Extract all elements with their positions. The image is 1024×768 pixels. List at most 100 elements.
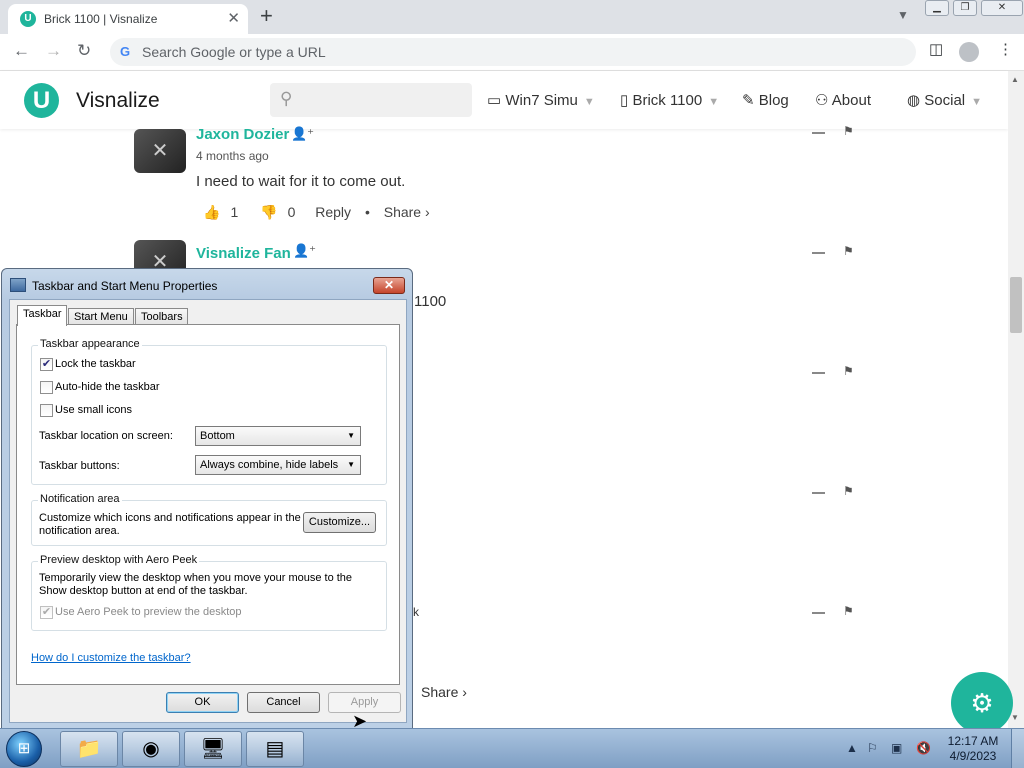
- aero-peek-checkbox[interactable]: ✔: [40, 606, 53, 619]
- reply-button[interactable]: Reply: [315, 204, 351, 220]
- taskbar-tab-panel: Taskbar appearance ✔ Lock the taskbar Au…: [16, 324, 400, 685]
- notification-text-line1: Customize which icons and notifications …: [39, 512, 301, 524]
- buttons-select[interactable]: Always combine, hide labels ▼: [195, 455, 361, 475]
- network-icon[interactable]: ▣: [891, 741, 902, 755]
- collapse-icon[interactable]: [812, 612, 825, 614]
- taskbar-properties-dialog: Taskbar and Start Menu Properties ✕ Task…: [1, 268, 413, 729]
- window-close-button[interactable]: ✕: [981, 0, 1023, 16]
- browser-tab[interactable]: U Brick 1100 | Visnalize ✕: [8, 4, 248, 34]
- flag-icon[interactable]: ⚑: [843, 124, 854, 138]
- collapse-icon[interactable]: [812, 372, 825, 374]
- flag-icon[interactable]: ⚑: [843, 604, 854, 618]
- follow-user-icon[interactable]: 👤⁺: [293, 243, 316, 259]
- flag-icon[interactable]: ⚑: [843, 484, 854, 498]
- new-tab-button[interactable]: +: [260, 3, 273, 29]
- taskbar-clock[interactable]: 12:17 AM 4/9/2023: [944, 734, 1002, 764]
- start-button-icon[interactable]: ⊞: [6, 731, 42, 767]
- chevron-down-icon: ▼: [583, 96, 595, 108]
- action-center-icon[interactable]: ⚐: [867, 741, 878, 755]
- tab-taskbar[interactable]: Taskbar: [17, 305, 67, 326]
- lock-taskbar-label[interactable]: Lock the taskbar: [55, 358, 136, 370]
- customize-button[interactable]: Customize...: [303, 512, 376, 533]
- menu-brick-1100[interactable]: ▯ Brick 1100 ▼: [620, 91, 719, 109]
- follow-user-icon[interactable]: 👤⁺: [291, 126, 314, 142]
- menu-blog[interactable]: ✎ Blog: [742, 91, 789, 109]
- site-brand[interactable]: Visnalize: [76, 89, 160, 113]
- browser-menu-icon[interactable]: ⋮: [998, 40, 1013, 58]
- comment-time[interactable]: 4 months ago: [196, 149, 269, 163]
- show-desktop-button[interactable]: [1011, 729, 1024, 768]
- collapse-icon[interactable]: [812, 252, 825, 254]
- settings-gear-icon[interactable]: ⚙: [951, 672, 1013, 734]
- small-icons-label[interactable]: Use small icons: [55, 404, 132, 416]
- back-arrow-icon[interactable]: ←: [13, 41, 30, 61]
- reload-icon[interactable]: ↻: [77, 41, 91, 61]
- location-label: Taskbar location on screen:: [39, 430, 173, 442]
- taskbar-properties-app-icon[interactable]: ▤: [246, 731, 304, 767]
- menu-label: About: [831, 92, 871, 109]
- flag-icon[interactable]: ⚑: [843, 244, 854, 258]
- address-placeholder: Search Google or type a URL: [142, 44, 326, 60]
- chrome-icon[interactable]: ◉: [122, 731, 180, 767]
- chevron-down-icon: ▼: [708, 96, 720, 108]
- window-controls: ▁ ❐ ✕: [925, 0, 1024, 18]
- page-scrollbar[interactable]: ▲ ▼: [1008, 71, 1024, 728]
- menu-label: Brick 1100: [632, 92, 703, 109]
- thumbs-up-icon[interactable]: 👍: [203, 204, 220, 220]
- help-link[interactable]: How do I customize the taskbar?: [31, 652, 191, 664]
- restore-button[interactable]: ❐: [953, 0, 977, 16]
- tray-expand-icon[interactable]: ▲: [846, 741, 858, 755]
- clock-date: 4/9/2023: [949, 749, 997, 763]
- share-button[interactable]: Share ›: [384, 204, 430, 220]
- thumbs-down-icon[interactable]: 👎: [260, 204, 277, 220]
- minimize-button[interactable]: ▁: [925, 0, 949, 16]
- avatar[interactable]: ✕: [134, 129, 186, 173]
- explorer-folder-icon[interactable]: 📁: [60, 731, 118, 767]
- menu-win7-simu[interactable]: ▭ Win7 Simu ▼: [487, 91, 595, 109]
- forward-arrow-icon[interactable]: →: [45, 41, 62, 61]
- collapse-icon[interactable]: [812, 492, 825, 494]
- visnalize-logo-icon[interactable]: U: [24, 83, 59, 118]
- dialog-body: Taskbar Start Menu Toolbars Taskbar appe…: [9, 299, 407, 723]
- location-value: Bottom: [200, 430, 235, 442]
- comment-author[interactable]: Jaxon Dozier: [196, 126, 289, 143]
- tab-search-chevron-icon[interactable]: ▼: [897, 8, 909, 22]
- chevron-down-icon: ▼: [971, 96, 983, 108]
- comment-author[interactable]: Visnalize Fan: [196, 245, 291, 262]
- dropdown-arrow-icon: ▼: [347, 460, 355, 469]
- menu-label: Social: [924, 92, 966, 109]
- share-button[interactable]: Share ›: [421, 684, 467, 700]
- remote-desktop-icon[interactable]: 🖥: [184, 731, 242, 767]
- scroll-up-icon[interactable]: ▲: [1011, 75, 1019, 84]
- site-search-input[interactable]: ⚲: [270, 83, 472, 117]
- dialog-close-button[interactable]: ✕: [373, 277, 405, 294]
- collapse-icon[interactable]: [812, 132, 825, 134]
- scroll-down-icon[interactable]: ▼: [1011, 713, 1019, 722]
- ok-button[interactable]: OK: [166, 692, 239, 713]
- address-bar[interactable]: G Search Google or type a URL: [110, 38, 916, 66]
- apply-button[interactable]: Apply: [328, 692, 401, 713]
- auto-hide-checkbox[interactable]: [40, 381, 53, 394]
- location-select[interactable]: Bottom ▼: [195, 426, 361, 446]
- menu-social[interactable]: ◍ Social ▼: [907, 91, 982, 109]
- auto-hide-label[interactable]: Auto-hide the taskbar: [55, 381, 160, 393]
- menu-about[interactable]: ⚇ About: [815, 91, 871, 109]
- people-icon: ⚇: [815, 92, 829, 109]
- aero-peek-label[interactable]: Use Aero Peek to preview the desktop: [55, 606, 242, 618]
- partial-text: k: [413, 605, 419, 619]
- scroll-thumb[interactable]: [1010, 277, 1022, 333]
- tab-toolbars[interactable]: Toolbars: [135, 308, 188, 325]
- small-icons-checkbox[interactable]: [40, 404, 53, 417]
- cancel-button[interactable]: Cancel: [247, 692, 320, 713]
- edit-icon: ✎: [742, 92, 755, 109]
- profile-avatar-icon[interactable]: [959, 42, 979, 62]
- tab-start-menu[interactable]: Start Menu: [68, 308, 134, 325]
- volume-muted-icon[interactable]: 🔇: [916, 741, 931, 755]
- notification-group: Notification area Customize which icons …: [31, 493, 387, 546]
- menu-label: Blog: [758, 92, 789, 109]
- dislike-count: 0: [287, 204, 296, 220]
- lock-taskbar-checkbox[interactable]: ✔: [40, 358, 53, 371]
- tab-close-icon[interactable]: ✕: [227, 9, 240, 27]
- flag-icon[interactable]: ⚑: [843, 364, 854, 378]
- side-panel-icon[interactable]: ◫: [929, 40, 943, 58]
